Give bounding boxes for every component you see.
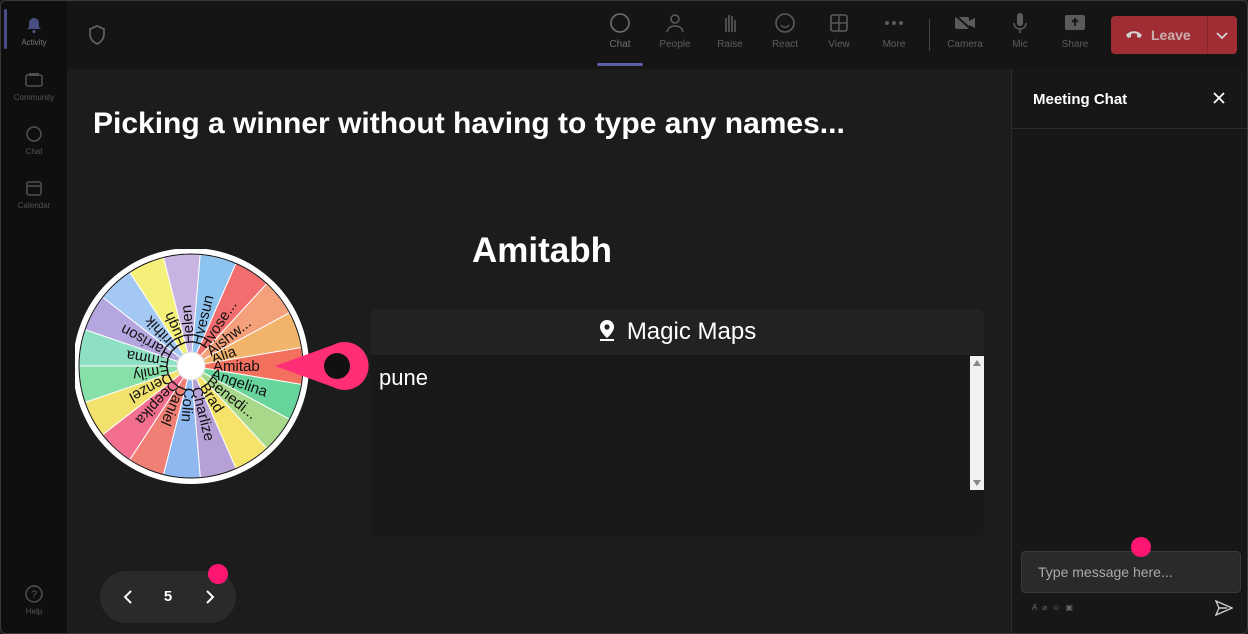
rail-item-label: Activity (21, 37, 47, 47)
toolbar-button-label: More (882, 39, 906, 50)
toolbar-button-label: Share (1061, 39, 1089, 50)
magic-maps-panel: Magic Maps pune (371, 309, 984, 537)
gif-icon[interactable]: ▣ (1065, 603, 1073, 612)
wheel-pointer-hole (324, 353, 350, 379)
meeting-chat-panel: Meeting Chat A ⌀ ☺ ▣ (1011, 69, 1247, 633)
chevron-left-icon (123, 590, 132, 604)
toolbar-button-label: Camera (947, 39, 983, 50)
shield-icon (88, 25, 106, 50)
toolbar-button-label: Chat (609, 39, 631, 50)
chat-format-tools: A ⌀ ☺ ▣ (1032, 603, 1073, 612)
mic-icon (1008, 11, 1032, 35)
chat-icon (23, 123, 45, 145)
leave-label: Leave (1151, 27, 1191, 43)
prev-page-button[interactable] (116, 585, 140, 609)
camera-off-icon (953, 11, 977, 35)
teams-meeting-window: Activity Community Chat Calendar ? Help (0, 0, 1248, 634)
active-tab-indicator (597, 63, 643, 66)
toolbar-chat-button[interactable]: Chat (597, 11, 643, 59)
chevron-right-icon (206, 590, 215, 604)
scroll-up-icon[interactable] (970, 356, 984, 370)
grid-view-icon (827, 11, 851, 35)
scroll-down-icon[interactable] (970, 476, 984, 490)
share-screen-icon (1063, 11, 1087, 35)
chevron-down-icon[interactable] (1215, 28, 1229, 47)
leave-button[interactable]: Leave (1111, 16, 1237, 54)
winner-name: Amitabh (472, 231, 612, 270)
chat-message-input[interactable] (1021, 551, 1241, 593)
people-icon (663, 11, 687, 35)
toolbar-raise-button[interactable]: Raise (707, 11, 753, 59)
magic-maps-title: Magic Maps (626, 318, 757, 345)
next-page-button[interactable] (198, 585, 222, 609)
page-number: 5 (163, 588, 173, 605)
phone-hangup-icon (1125, 26, 1143, 44)
rail-item-label: Community (13, 92, 55, 102)
send-icon[interactable] (1214, 599, 1234, 621)
toolbar-people-button[interactable]: People (652, 11, 698, 59)
chat-header: Meeting Chat (1012, 69, 1247, 129)
toolbar-share-button[interactable]: Share (1052, 11, 1098, 59)
close-icon[interactable] (1210, 89, 1228, 107)
rail-item-label: Help (25, 606, 43, 616)
more-dots-icon (882, 11, 906, 35)
name-wheel[interactable]: AliaAmitabAngelinaBenedi...BradCharlizeC… (75, 249, 375, 489)
rail-item-help[interactable]: ? Help (1, 573, 67, 625)
calendar-icon (23, 177, 45, 199)
rail-item-community[interactable]: Community (1, 59, 67, 111)
meeting-toolbar: Chat People Raise React View More Camera… (67, 1, 1247, 69)
chat-title: Meeting Chat (1033, 91, 1128, 108)
toolbar-camera-button[interactable]: Camera (942, 11, 988, 59)
chat-bubble-icon (608, 11, 632, 35)
community-icon (23, 69, 45, 91)
map-text-content: pune (379, 365, 428, 390)
left-rail: Activity Community Chat Calendar ? Help (1, 1, 67, 633)
toolbar-button-label: Raise (717, 39, 743, 50)
rail-item-activity[interactable]: Activity (1, 4, 67, 56)
rail-item-label: Calendar (17, 200, 51, 210)
leave-divider (1207, 16, 1208, 54)
smiley-icon (773, 11, 797, 35)
map-pin-icon (599, 319, 615, 346)
toolbar-mic-button[interactable]: Mic (997, 11, 1043, 59)
bell-icon (23, 14, 45, 36)
toolbar-react-button[interactable]: React (762, 11, 808, 59)
raise-hand-icon (718, 11, 742, 35)
attach-icon[interactable]: ⌀ (1042, 603, 1047, 612)
toolbar-more-button[interactable]: More (871, 11, 917, 59)
toolbar-button-label: People (659, 39, 691, 50)
toolbar-button-label: View (828, 39, 850, 50)
help-icon: ? (23, 583, 45, 605)
emoji-icon[interactable]: ☺ (1052, 603, 1060, 612)
toolbar-view-button[interactable]: View (816, 11, 862, 59)
stage-title: Picking a winner without having to type … (93, 107, 845, 140)
rail-item-label: Chat (25, 146, 43, 156)
map-scrollbar[interactable] (970, 356, 984, 490)
pointer-indicator-dot (1131, 537, 1151, 557)
toolbar-divider (929, 19, 930, 51)
rail-item-calendar[interactable]: Calendar (1, 167, 67, 219)
svg-text:?: ? (31, 589, 37, 601)
format-icon[interactable]: A (1032, 603, 1037, 612)
pointer-indicator-dot (208, 564, 228, 584)
rail-item-chat[interactable]: Chat (1, 113, 67, 165)
toolbar-button-label: Mic (1012, 39, 1028, 50)
shared-content-stage: Picking a winner without having to type … (67, 69, 1011, 633)
magic-maps-header: Magic Maps (371, 309, 984, 355)
toolbar-button-label: React (771, 39, 799, 50)
